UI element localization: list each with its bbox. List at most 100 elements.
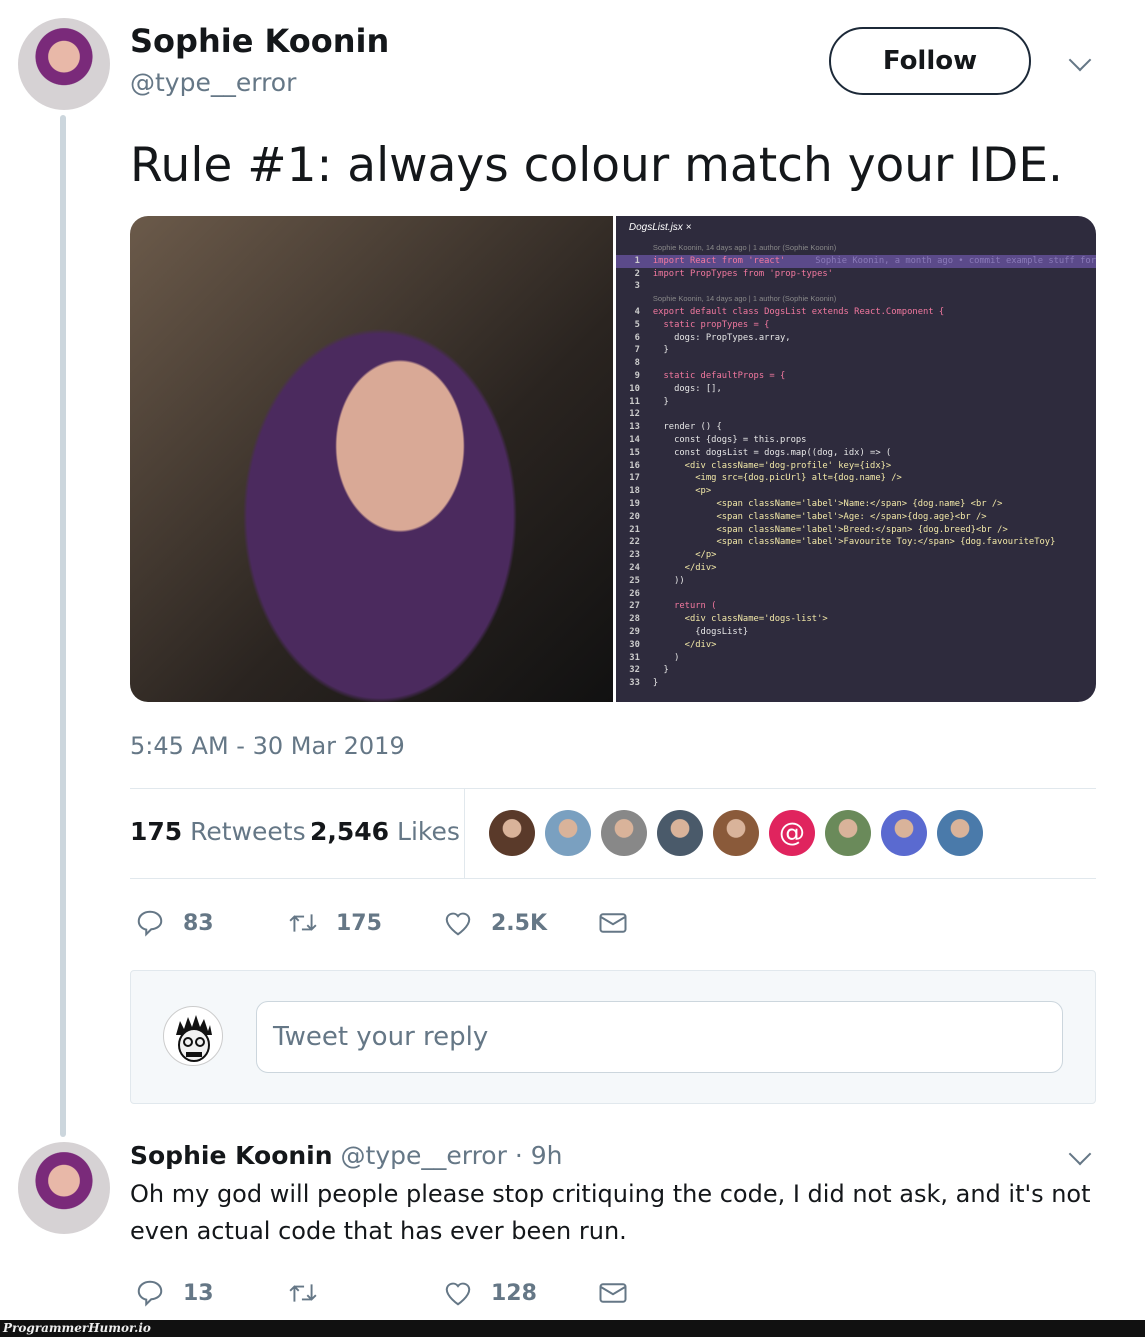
line-number: 16: [629, 460, 640, 471]
liker-avatar[interactable]: [489, 810, 535, 856]
line-number: 26: [629, 588, 640, 599]
liker-avatar[interactable]: [881, 810, 927, 856]
line-number: 8: [634, 358, 640, 369]
code-line: 33}: [616, 677, 1096, 690]
likes-stat[interactable]: 2,546 Likes: [310, 817, 460, 846]
retweet-icon: [288, 1278, 318, 1308]
liker-avatar[interactable]: [545, 810, 591, 856]
code-text: <p>: [652, 486, 712, 497]
liker-avatar[interactable]: [657, 810, 703, 856]
liker-avatar[interactable]: [713, 810, 759, 856]
line-number: 30: [629, 639, 640, 650]
code-line: 12: [616, 408, 1096, 421]
code-line: 27 return (: [616, 600, 1096, 613]
author-name[interactable]: Sophie Koonin: [130, 22, 389, 60]
follow-button[interactable]: Follow: [829, 27, 1031, 95]
line-number: 2: [634, 268, 640, 279]
reply-time[interactable]: · 9h: [515, 1141, 563, 1170]
liker-avatar[interactable]: [937, 810, 983, 856]
liker-avatar[interactable]: [825, 810, 871, 856]
like-count: 2.5K: [491, 910, 548, 936]
selfie-photo[interactable]: [130, 216, 613, 702]
line-number: 21: [629, 524, 640, 535]
retweets-count: 175: [130, 817, 183, 846]
tweet-timestamp[interactable]: 5:45 AM - 30 Mar 2019: [130, 732, 405, 760]
code-line: 10 dogs: [],: [616, 383, 1096, 396]
chevron-down-icon[interactable]: [1068, 48, 1092, 72]
line-number: 27: [629, 601, 640, 612]
reply-icon: [135, 1278, 165, 1308]
code-text: )): [652, 575, 685, 586]
reply-action[interactable]: 83: [135, 908, 214, 938]
code-text: dogs: PropTypes.array,: [652, 332, 791, 343]
code-line: 28 <div className='dogs-list'>: [616, 613, 1096, 626]
code-text: }: [652, 678, 659, 689]
tweet-media[interactable]: DogsList.jsx × Sophie Koonin, 14 days ag…: [130, 216, 1096, 702]
retweet-count: 175: [336, 910, 382, 936]
reply-author-handle[interactable]: @type__error: [341, 1141, 507, 1170]
line-number: 25: [629, 575, 640, 586]
code-editor-screenshot[interactable]: DogsList.jsx × Sophie Koonin, 14 days ag…: [615, 216, 1096, 702]
line-number: 10: [629, 383, 640, 394]
code-line: 3: [616, 280, 1096, 293]
line-number: 29: [629, 626, 640, 637]
reply-input[interactable]: Tweet your reply: [256, 1001, 1063, 1073]
code-text: </div>: [652, 639, 717, 650]
code-text: dogs: [],: [652, 383, 722, 394]
reply2-reply-action[interactable]: 13: [135, 1278, 214, 1308]
line-number: 13: [629, 422, 640, 433]
line-number: 1: [634, 255, 640, 266]
inline-blame: Sophie Koonin, a month ago • commit exam…: [815, 255, 1096, 266]
code-line: 8: [616, 357, 1096, 370]
envelope-icon: [598, 908, 628, 938]
line-number: 28: [629, 614, 640, 625]
code-text: const {dogs} = this.props: [652, 434, 807, 445]
code-text: <span className='label'>Age: </span>{dog…: [652, 511, 987, 522]
code-line: 14 const {dogs} = this.props: [616, 434, 1096, 447]
thread-line: [60, 115, 66, 1137]
code-line: 2 import PropTypes from 'prop-types': [616, 268, 1096, 281]
code-line: 30 </div>: [616, 639, 1096, 652]
code-line: 19 <span className='label'>Name:</span> …: [616, 498, 1096, 511]
reply-author-name[interactable]: Sophie Koonin: [130, 1141, 333, 1170]
code-line: 7 }: [616, 344, 1096, 357]
code-text: }: [652, 345, 669, 356]
likes-label: Likes: [397, 817, 460, 846]
liker-avatar[interactable]: [601, 810, 647, 856]
line-number: 6: [634, 332, 640, 343]
reply-chevron-down-icon[interactable]: [1068, 1142, 1092, 1166]
liker-avatars: @: [489, 810, 983, 856]
code-line: 13 render () {: [616, 421, 1096, 434]
git-blame-header: Sophie Koonin, 14 days ago | 1 author (S…: [652, 294, 837, 304]
reply2-retweet-action[interactable]: [288, 1278, 318, 1308]
code-line: 20 <span className='label'>Age: </span>{…: [616, 511, 1096, 524]
reply-author-avatar[interactable]: [18, 1142, 110, 1234]
current-user-avatar[interactable]: [163, 1006, 223, 1066]
like-action[interactable]: 2.5K: [443, 908, 547, 938]
code-line: 22 <span className='label'>Favourite Toy…: [616, 536, 1096, 549]
reply2-like-action[interactable]: 128: [443, 1278, 537, 1308]
code-line: 23 </p>: [616, 549, 1096, 562]
author-handle[interactable]: @type__error: [130, 68, 296, 97]
code-text: <div className='dog-profile' key={idx}>: [652, 460, 892, 471]
dm-action[interactable]: [598, 908, 628, 938]
author-avatar[interactable]: [18, 18, 110, 110]
code-line: 18 <p>: [616, 485, 1096, 498]
liker-avatar[interactable]: @: [769, 810, 815, 856]
code-line: 31 ): [616, 652, 1096, 665]
code-line: 15 const dogsList = dogs.map((dog, idx) …: [616, 447, 1096, 460]
editor-tab-label: DogsList.jsx: [628, 222, 683, 233]
retweets-stat[interactable]: 175 Retweets: [130, 817, 306, 846]
tweet-text: Rule #1: always colour match your IDE.: [130, 138, 1064, 193]
code-line: 21 <span className='label'>Breed:</span>…: [616, 524, 1096, 537]
code-text: </p>: [652, 550, 717, 561]
likes-count: 2,546: [310, 817, 390, 846]
code-line: 9 static defaultProps = {: [616, 370, 1096, 383]
retweet-action[interactable]: 175: [288, 908, 382, 938]
reply2-dm-action[interactable]: [598, 1278, 628, 1308]
code-text: ): [652, 652, 680, 663]
line-number: 18: [629, 486, 640, 497]
reply-text-line-1: Oh my god will people please stop critiq…: [130, 1180, 1091, 1208]
reply-count: 13: [183, 1280, 214, 1306]
reply-text-line-2: even actual code that has ever been run.: [130, 1217, 627, 1245]
